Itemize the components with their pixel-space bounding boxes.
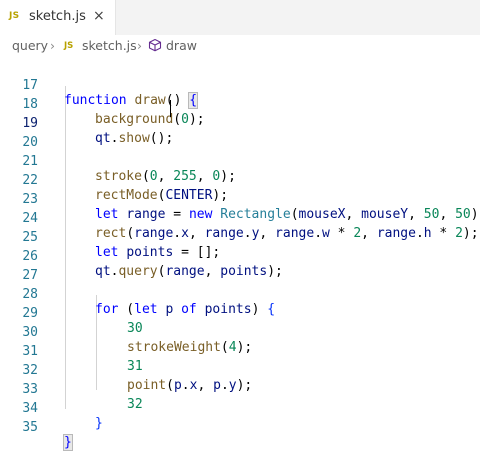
code-line[interactable]: 17 function draw() { bbox=[0, 61, 480, 109]
code-line[interactable]: 18 background(0); bbox=[0, 80, 480, 127]
code-line[interactable]: 21 stroke(0, 255, 0); bbox=[0, 137, 480, 184]
tab-bar: JS sketch.js × bbox=[0, 0, 480, 35]
breadcrumb-file[interactable]: sketch.js bbox=[82, 38, 137, 53]
code-line[interactable]: 32 point(p.x, p.y); bbox=[0, 346, 480, 393]
code-line[interactable]: 23 let range = new Rectangle(mouseX, mou… bbox=[0, 175, 480, 222]
breadcrumb-symbol[interactable]: draw bbox=[166, 38, 197, 53]
code-line[interactable]: 35 } bbox=[0, 403, 480, 451]
code-line[interactable]: 22 rectMode(CENTER); bbox=[0, 156, 480, 203]
code-line-active[interactable]: 19 qt.show(); bbox=[0, 99, 480, 146]
code-line[interactable]: 30 strokeWeight(4); bbox=[0, 308, 480, 355]
code-line[interactable]: 34 } bbox=[0, 384, 480, 431]
code-line[interactable]: 29 30 bbox=[0, 289, 480, 336]
code-line[interactable]: 25 let points = []; bbox=[0, 213, 480, 260]
tab-label: sketch.js bbox=[29, 9, 86, 24]
chevron-right-icon: › bbox=[50, 38, 55, 53]
code-line[interactable]: 31 31 bbox=[0, 327, 480, 374]
js-file-icon: JS bbox=[9, 11, 20, 21]
close-icon[interactable]: × bbox=[93, 8, 105, 24]
code-line[interactable]: 33 32 bbox=[0, 365, 480, 412]
method-cube-icon bbox=[148, 38, 162, 52]
breadcrumb-folder[interactable]: query bbox=[12, 38, 48, 53]
js-file-icon: JS bbox=[64, 41, 74, 51]
chevron-right-icon: › bbox=[137, 38, 142, 53]
code-line[interactable]: 28 for (let p of points) { bbox=[0, 270, 480, 317]
code-line[interactable]: 20 bbox=[0, 118, 480, 150]
text-cursor bbox=[170, 100, 171, 117]
code-line[interactable]: 24 rect(range.x, range.y, range.w * 2, r… bbox=[0, 194, 480, 241]
code-line[interactable]: 26 qt.query(range, points); bbox=[0, 232, 480, 279]
tab-sketch-js[interactable]: JS sketch.js × bbox=[0, 0, 116, 35]
code-editor[interactable]: 17 function draw() { 18 background(0); 1… bbox=[0, 59, 480, 451]
code-line[interactable]: 27 bbox=[0, 251, 480, 283]
breadcrumb: query › JS sketch.js › draw bbox=[0, 35, 480, 57]
